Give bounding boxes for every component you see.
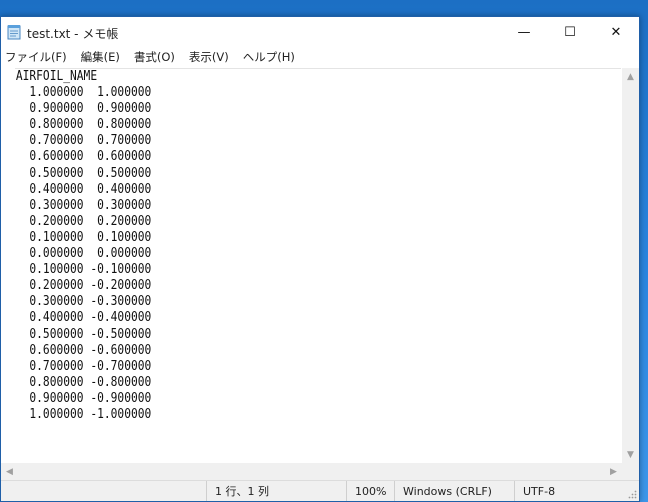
menu-edit[interactable]: 編集(E) [75, 49, 126, 65]
menu-format[interactable]: 書式(O) [128, 49, 181, 65]
close-button[interactable]: ✕ [593, 17, 639, 47]
title-bar[interactable]: test.txt - メモ帳 — ☐ ✕ [1, 17, 639, 47]
status-cursor-position: 1 行、1 列 [206, 481, 346, 501]
notepad-window: test.txt - メモ帳 — ☐ ✕ ファイル(F) 編集(E) 書式(O)… [0, 16, 640, 502]
minimize-icon: — [517, 24, 531, 40]
close-icon: ✕ [610, 24, 622, 40]
editor-content[interactable]: AIRFOIL_NAME 1.000000 1.000000 0.900000 … [15, 69, 524, 423]
scroll-corner [622, 463, 639, 480]
desktop-background: test.txt - メモ帳 — ☐ ✕ ファイル(F) 編集(E) 書式(O)… [0, 0, 648, 502]
resize-grip-icon[interactable] [627, 489, 637, 499]
status-zoom: 100% [346, 481, 394, 501]
maximize-icon: ☐ [564, 24, 576, 40]
chevron-up-icon[interactable]: ▲ [622, 68, 639, 85]
status-encoding: UTF-8 [514, 481, 641, 501]
chevron-right-icon[interactable]: ▶ [605, 463, 622, 480]
notepad-icon [7, 25, 21, 40]
status-bar: 1 行、1 列 100% Windows (CRLF) UTF-8 [1, 480, 639, 501]
menu-file[interactable]: ファイル(F) [1, 49, 73, 65]
chevron-left-icon[interactable]: ◀ [1, 463, 18, 480]
maximize-button[interactable]: ☐ [547, 17, 593, 47]
menu-bar: ファイル(F) 編集(E) 書式(O) 表示(V) ヘルプ(H) [1, 47, 639, 67]
menu-help[interactable]: ヘルプ(H) [237, 49, 301, 65]
minimize-button[interactable]: — [501, 17, 547, 47]
window-title: test.txt - メモ帳 [27, 27, 119, 41]
horizontal-scrollbar[interactable]: ◀ ▶ [1, 463, 622, 480]
status-line-ending: Windows (CRLF) [394, 481, 514, 501]
menu-view[interactable]: 表示(V) [183, 49, 235, 65]
chevron-down-icon[interactable]: ▼ [622, 446, 639, 463]
vertical-scrollbar[interactable]: ▲ ▼ [622, 68, 639, 463]
text-editor[interactable]: AIRFOIL_NAME 1.000000 1.000000 0.900000 … [15, 68, 621, 464]
